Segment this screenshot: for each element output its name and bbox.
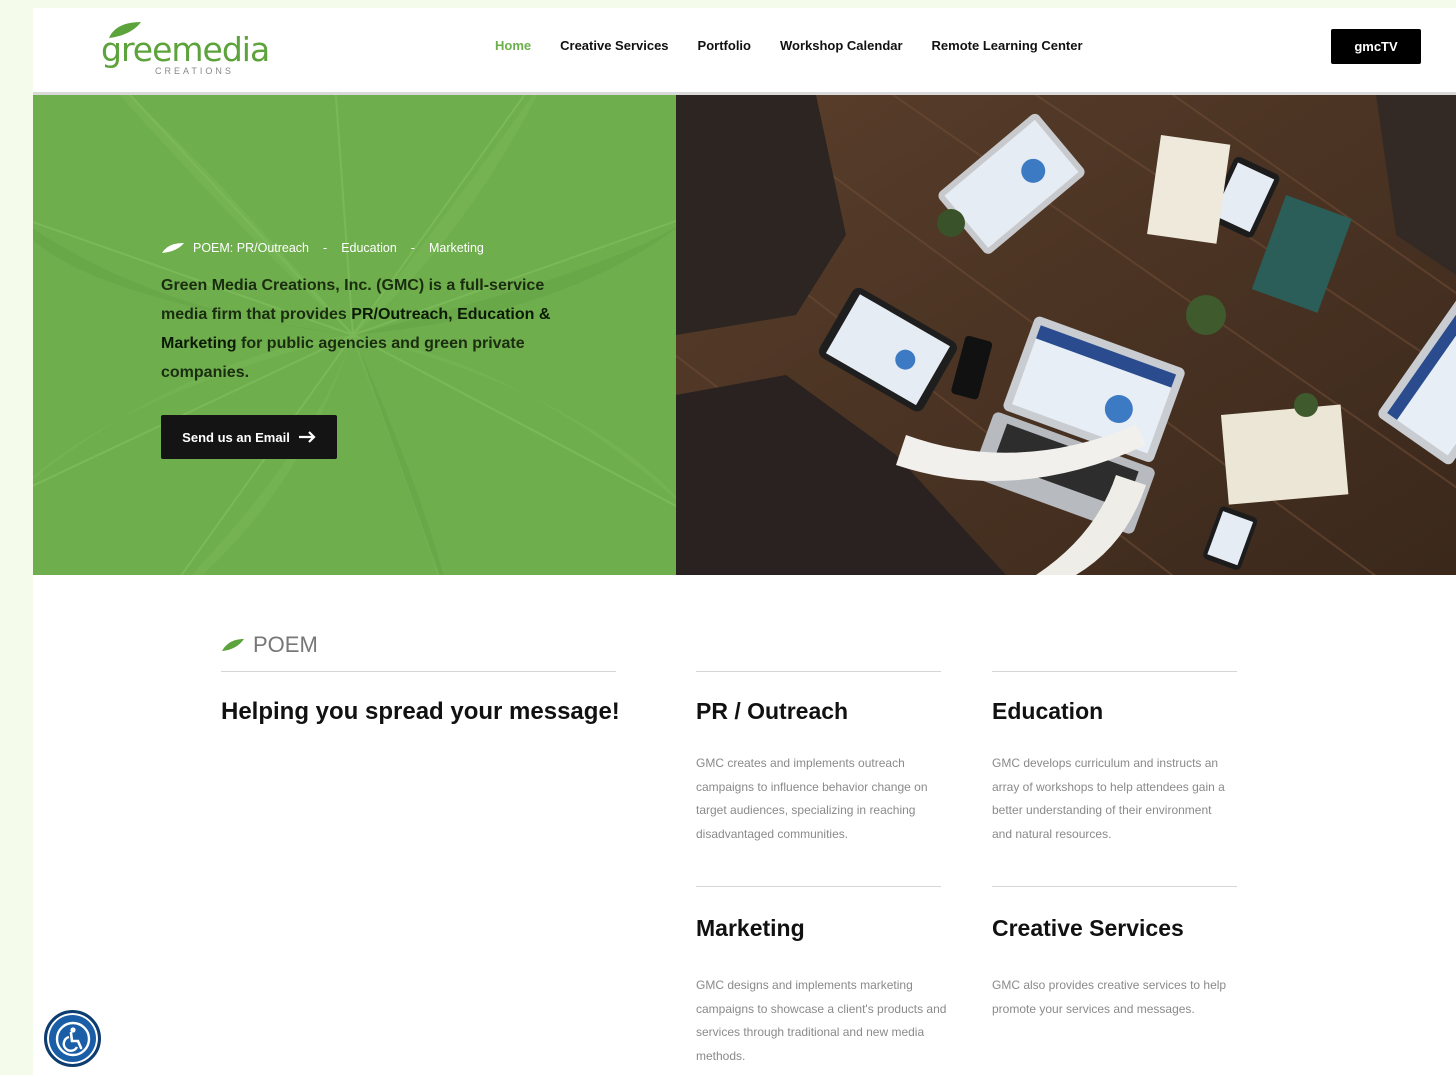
hero-image [676, 95, 1456, 575]
send-email-button[interactable]: Send us an Email [161, 415, 337, 459]
service-desc-pr-outreach: GMC creates and implements outreach camp… [696, 756, 928, 841]
site-header: greemedia CREATIONS Home Creative Servic… [33, 8, 1456, 92]
office-meeting-photo-icon [676, 95, 1456, 575]
logo-subtext: CREATIONS [155, 66, 234, 76]
divider [696, 886, 941, 887]
divider [221, 671, 616, 672]
service-desc-marketing: GMC designs and implements marketing cam… [696, 978, 947, 1063]
nav-item-remote-learning-center[interactable]: Remote Learning Center [932, 38, 1083, 53]
send-email-label: Send us an Email [182, 429, 290, 445]
divider [992, 671, 1237, 672]
section-label-text: POEM [253, 632, 318, 657]
main-nav: Home Creative Services Portfolio Worksho… [495, 38, 1083, 53]
accessibility-icon [55, 1021, 90, 1056]
service-desc-creative-services: GMC also provides creative services to h… [992, 978, 1227, 1016]
service-title-marketing: Marketing [696, 915, 805, 941]
page: greemedia CREATIONS Home Creative Servic… [33, 8, 1456, 1075]
service-title-pr-outreach: PR / Outreach [696, 698, 849, 724]
tag-marketing: Marketing [428, 241, 484, 255]
tag-poem: POEM: PR/Outreach [193, 241, 310, 255]
tag-education: Education [341, 241, 397, 255]
service-title-education: Education [992, 698, 1104, 724]
leaf-icon [162, 243, 184, 253]
logo-text: greemedia [101, 30, 270, 69]
nav-item-portfolio[interactable]: Portfolio [698, 38, 751, 53]
service-desc-education: GMC develops curriculum and instructs an… [992, 756, 1225, 841]
section-heading: Helping you spread your message! [221, 698, 620, 725]
service-title-creative-services: Creative Services [992, 915, 1184, 941]
accessibility-button[interactable] [44, 1010, 101, 1067]
tag-separator: - [410, 241, 415, 255]
tag-separator: - [323, 241, 328, 255]
nav-item-creative-services[interactable]: Creative Services [560, 38, 668, 53]
hero-tagline: POEM: PR/Outreach - Education - Marketin… [161, 241, 484, 255]
section-label: POEM [221, 632, 318, 658]
nav-item-home[interactable]: Home [495, 38, 531, 53]
gmctv-button[interactable]: gmcTV [1331, 29, 1421, 64]
hero-description: Green Media Creations, Inc. (GMC) is a f… [161, 271, 561, 387]
leaf-icon [222, 639, 244, 651]
logo[interactable]: greemedia CREATIONS [91, 16, 270, 76]
nav-item-workshop-calendar[interactable]: Workshop Calendar [780, 38, 903, 53]
divider [992, 886, 1237, 887]
divider [696, 671, 941, 672]
arrow-right-icon [298, 431, 316, 443]
hero-panel: POEM: PR/Outreach - Education - Marketin… [33, 95, 676, 575]
